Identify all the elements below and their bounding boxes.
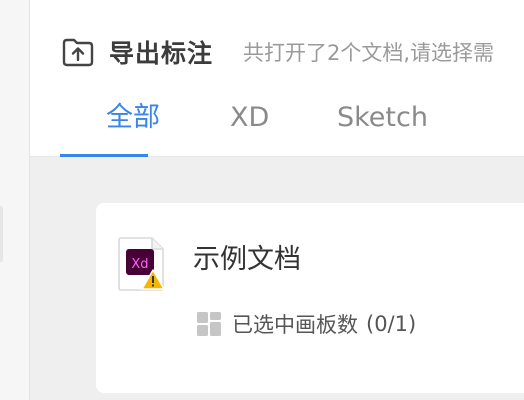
artboard-count-label: 已选中画板数 bbox=[232, 313, 358, 337]
document-card[interactable]: Xd 示例文档 已选中画板数 (0/1) bbox=[96, 203, 524, 393]
app-window: 导出标注 共打开了2个文档,请选择需 全部 XD Sketch Xd 示例文档 … bbox=[0, 0, 524, 400]
artboard-count-value: (0/1) bbox=[366, 312, 417, 336]
header-panel: 导出标注 共打开了2个文档,请选择需 全部 XD Sketch bbox=[30, 0, 524, 157]
sidebar-handle[interactable] bbox=[0, 206, 3, 262]
tab-sketch[interactable]: Sketch bbox=[337, 92, 428, 157]
folder-upload-icon bbox=[61, 35, 95, 69]
sidebar bbox=[0, 0, 30, 400]
title-row: 导出标注 共打开了2个文档,请选择需 bbox=[61, 35, 494, 69]
artboard-selection: 已选中画板数 (0/1) bbox=[196, 309, 416, 339]
page-subtitle: 共打开了2个文档,请选择需 bbox=[243, 41, 495, 65]
artboard-grid-icon bbox=[196, 311, 222, 337]
tab-all[interactable]: 全部 bbox=[106, 92, 160, 157]
xd-badge-text: Xd bbox=[131, 257, 148, 272]
document-name: 示例文档 bbox=[193, 244, 301, 275]
active-tab-indicator bbox=[60, 154, 148, 157]
tab-xd[interactable]: XD bbox=[230, 92, 269, 157]
page-title: 导出标注 bbox=[109, 39, 214, 68]
xd-file-icon: Xd bbox=[116, 237, 166, 291]
